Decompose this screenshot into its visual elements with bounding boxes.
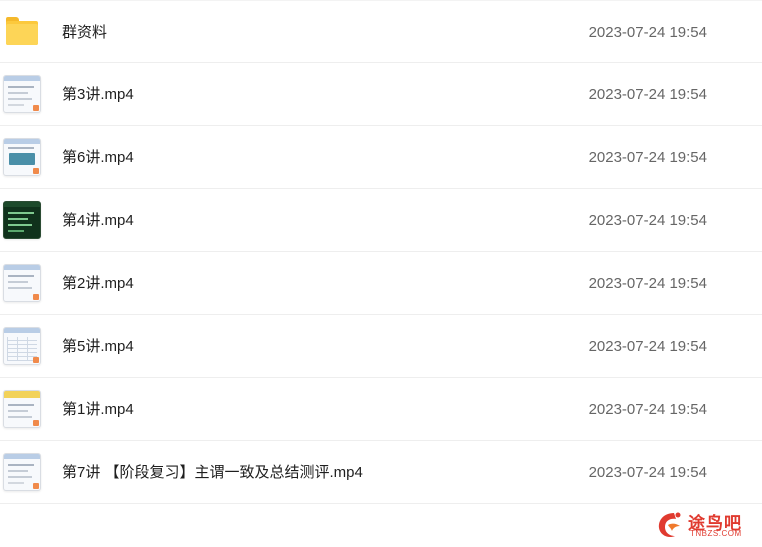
video-thumbnail-icon <box>3 327 41 365</box>
file-row[interactable]: 第5讲.mp4 2023-07-24 19:54 <box>0 315 762 378</box>
file-date: 2023-07-24 19:54 <box>588 464 707 481</box>
file-name[interactable]: 第2讲.mp4 <box>62 252 134 315</box>
file-date: 2023-07-24 19:54 <box>588 212 707 229</box>
video-thumbnail-icon <box>3 390 41 428</box>
file-row[interactable]: 第6讲.mp4 2023-07-24 19:54 <box>0 126 762 189</box>
file-date: 2023-07-24 19:54 <box>588 275 707 292</box>
file-name[interactable]: 第3讲.mp4 <box>62 63 134 126</box>
watermark-logo-icon <box>658 512 681 538</box>
video-thumbnail-icon <box>3 453 41 491</box>
video-thumbnail-icon <box>3 75 41 113</box>
file-date: 2023-07-24 19:54 <box>588 401 707 418</box>
watermark: 途鸟吧 TNBZS.COM <box>654 507 754 543</box>
file-date: 2023-07-24 19:54 <box>588 24 707 41</box>
video-thumbnail-icon <box>3 201 41 239</box>
file-row[interactable]: 第3讲.mp4 2023-07-24 19:54 <box>0 63 762 126</box>
file-row-folder[interactable]: 群资料 2023-07-24 19:54 <box>0 0 762 63</box>
file-name[interactable]: 第4讲.mp4 <box>62 189 134 252</box>
file-list: 群资料 2023-07-24 19:54 第3讲.mp4 2023-07-24 … <box>0 0 762 504</box>
file-name[interactable]: 群资料 <box>62 1 107 64</box>
video-thumbnail-icon <box>3 138 41 176</box>
file-date: 2023-07-24 19:54 <box>588 149 707 166</box>
file-date: 2023-07-24 19:54 <box>588 338 707 355</box>
file-name[interactable]: 第6讲.mp4 <box>62 126 134 189</box>
file-name[interactable]: 第5讲.mp4 <box>62 315 134 378</box>
file-row[interactable]: 第1讲.mp4 2023-07-24 19:54 <box>0 378 762 441</box>
folder-icon <box>6 17 38 45</box>
file-row[interactable]: 第7讲 【阶段复习】主谓一致及总结测评.mp4 2023-07-24 19:54 <box>0 441 762 504</box>
file-name[interactable]: 第1讲.mp4 <box>62 378 134 441</box>
file-row[interactable]: 第4讲.mp4 2023-07-24 19:54 <box>0 189 762 252</box>
watermark-subtext: TNBZS.COM <box>690 529 742 538</box>
file-date: 2023-07-24 19:54 <box>588 86 707 103</box>
video-thumbnail-icon <box>3 264 41 302</box>
file-row[interactable]: 第2讲.mp4 2023-07-24 19:54 <box>0 252 762 315</box>
file-name[interactable]: 第7讲 【阶段复习】主谓一致及总结测评.mp4 <box>62 441 363 504</box>
